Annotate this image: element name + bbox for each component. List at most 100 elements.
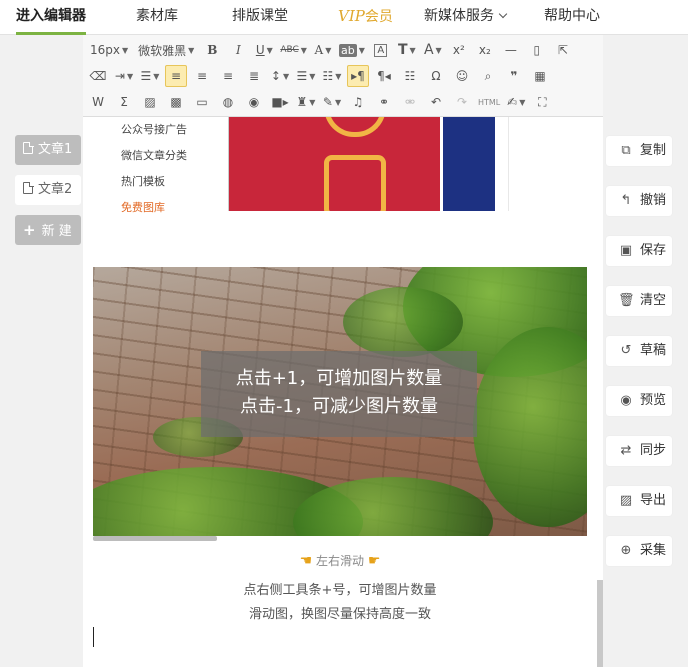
text-size-button[interactable]: A ▼ xyxy=(422,39,444,61)
superscript-button[interactable]: x² xyxy=(448,39,470,61)
video-icon[interactable]: ■▸ xyxy=(269,91,291,113)
vertical-scrollbar[interactable] xyxy=(597,580,603,667)
ltr-direction-icon[interactable]: ▸¶ xyxy=(347,65,369,87)
copy-button[interactable]: ⧉ 复制 xyxy=(606,136,672,166)
font-color-button[interactable]: A ▼ xyxy=(312,39,334,61)
horizontal-scrollbar[interactable] xyxy=(93,536,217,541)
text-cursor xyxy=(93,627,94,647)
sync-button[interactable]: ⇄ 同步 xyxy=(606,436,672,466)
link-icon[interactable]: ⚭ xyxy=(373,91,395,113)
align-center-icon[interactable]: ≡ xyxy=(191,65,213,87)
expand-icon[interactable]: ⛶ xyxy=(531,91,553,113)
blue-poster-image xyxy=(443,117,495,211)
swipe-image[interactable]: 点击+1，可增加图片数量 点击-1，可减少图片数量 xyxy=(93,267,587,536)
nav-vip[interactable]: VIP会员 xyxy=(338,0,393,35)
palette-icon[interactable]: ◍ xyxy=(217,91,239,113)
subscript-button[interactable]: x₂ xyxy=(474,39,496,61)
italic-button[interactable]: I xyxy=(227,39,249,61)
hand-left-icon: ☚ xyxy=(299,553,313,569)
bold-button[interactable]: B xyxy=(201,39,223,61)
history-icon: ↺ xyxy=(620,343,632,358)
search-plus-icon: ⊕ xyxy=(620,543,632,558)
draft-button[interactable]: ↺ 草稿 xyxy=(606,336,672,366)
horizontal-rule-icon[interactable]: — xyxy=(500,39,522,61)
find-replace-icon[interactable]: ⌕ xyxy=(477,65,499,87)
strikethrough-button[interactable]: ABC ▼ xyxy=(279,39,308,61)
align-left-icon[interactable]: ≡ xyxy=(165,65,187,87)
preview-menu-item: 免费图库 xyxy=(121,201,165,214)
caption-line-1: 点右侧工具条+号，可增图片数量 xyxy=(243,583,437,598)
justify-icon[interactable]: ☰ ▼ xyxy=(139,65,161,87)
unlink-icon[interactable]: ⚮ xyxy=(399,91,421,113)
document-icon xyxy=(23,181,34,194)
music-icon[interactable]: ♫ xyxy=(347,91,369,113)
top-nav: 进入编辑器 素材库 排版课堂 VIP会员 新媒体服务 帮助中心 xyxy=(0,0,688,35)
special-char-button[interactable]: Ω xyxy=(425,65,447,87)
multi-image-icon[interactable]: ▩ xyxy=(165,91,187,113)
nav-help[interactable]: 帮助中心 xyxy=(544,0,600,35)
collect-button[interactable]: ⊕ 采集 xyxy=(606,536,672,566)
trash-icon: 🗑 xyxy=(618,293,635,308)
chevron-down-icon xyxy=(498,9,508,19)
swipe-hint: ☚ 左右滑动 ☛ xyxy=(299,553,381,569)
new-article-button[interactable]: + 新 建 xyxy=(15,215,81,245)
quote-icon[interactable]: ❞ xyxy=(503,65,525,87)
rtl-direction-icon[interactable]: ¶◂ xyxy=(373,65,395,87)
formula-button[interactable]: Σ xyxy=(113,91,135,113)
edit-template-icon[interactable]: ✍ ▼ xyxy=(505,91,527,113)
article-tab-1[interactable]: 文章1 xyxy=(15,135,81,165)
redo-icon[interactable]: ↷ xyxy=(451,91,473,113)
line-height-icon[interactable]: ↕ ▼ xyxy=(269,65,291,87)
magic-wand-icon[interactable]: ✎ ▼ xyxy=(321,91,343,113)
frame-icon[interactable]: ▭ xyxy=(191,91,213,113)
nav-media-service[interactable]: 新媒体服务 xyxy=(424,0,508,35)
align-right-icon[interactable]: ≡ xyxy=(217,65,239,87)
save-icon: ▣ xyxy=(619,243,633,258)
font-size-select[interactable]: 16px ▼ xyxy=(87,39,131,61)
preview-menu-item: 公众号接广告 xyxy=(121,123,187,136)
red-poster-image xyxy=(228,117,440,211)
bg-color-button[interactable]: ab ▼ xyxy=(338,39,366,61)
new-page-icon[interactable]: ▯ xyxy=(526,39,548,61)
html-source-button[interactable]: HTML xyxy=(477,91,501,113)
eye-icon: ◉ xyxy=(620,393,632,408)
image-text-overlay: 点击+1，可增加图片数量 点击-1，可减少图片数量 xyxy=(201,351,477,437)
nav-materials[interactable]: 素材库 xyxy=(136,0,178,35)
map-pin-icon[interactable]: ◉ xyxy=(243,91,265,113)
clear-button[interactable]: 🗑 清空 xyxy=(606,286,672,316)
undo-icon[interactable]: ↶ xyxy=(425,91,447,113)
paint-bucket-icon[interactable]: ♜ ▼ xyxy=(295,91,317,113)
document-icon xyxy=(23,141,34,154)
text-border-button[interactable]: A xyxy=(370,39,392,61)
fullscreen-icon[interactable]: ⇱ xyxy=(552,39,574,61)
preview-menu-item: 微信文章分类 xyxy=(121,149,187,162)
indent-icon[interactable]: ⇥ ▼ xyxy=(113,65,135,87)
eraser-icon[interactable]: ⌫ xyxy=(87,65,109,87)
table-icon[interactable]: ▦ xyxy=(529,65,551,87)
preview-menu: 公众号接广告 微信文章分类 热门模板 免费图库 xyxy=(121,117,213,214)
preview-button[interactable]: ◉ 预览 xyxy=(606,386,672,416)
sync-icon: ⇄ xyxy=(620,443,632,458)
plus-icon: + xyxy=(23,221,36,239)
editor-panel: 16px ▼ 微软雅黑 ▼ B I U ▼ ABC ▼ A ▼ ab ▼ A T ▼ A ▼ x… xyxy=(83,35,603,667)
article-tab-2[interactable]: 文章2 xyxy=(15,175,81,205)
undo-icon: ↰ xyxy=(620,193,632,208)
align-justify-icon[interactable]: ≣ xyxy=(243,65,265,87)
emoji-icon[interactable]: ☺ xyxy=(451,65,473,87)
paragraph-spacing-icon[interactable]: ☰ ▼ xyxy=(295,65,317,87)
font-family-select[interactable]: 微软雅黑 ▼ xyxy=(135,39,197,61)
image-icon[interactable]: ▨ xyxy=(139,91,161,113)
list-icon[interactable]: ☷ xyxy=(399,65,421,87)
export-button[interactable]: ▨ 导出 xyxy=(606,486,672,516)
text-style-button[interactable]: T ▼ xyxy=(396,39,418,61)
underline-button[interactable]: U ▼ xyxy=(253,39,275,61)
hand-right-icon: ☛ xyxy=(367,553,381,569)
save-button[interactable]: ▣ 保存 xyxy=(606,236,672,266)
nav-classroom[interactable]: 排版课堂 xyxy=(232,0,288,35)
nav-editor[interactable]: 进入编辑器 xyxy=(16,0,86,35)
word-import-icon[interactable]: W xyxy=(87,91,109,113)
editor-toolbar: 16px ▼ 微软雅黑 ▼ B I U ▼ ABC ▼ A ▼ ab ▼ A T ▼ A ▼ x… xyxy=(83,35,603,117)
undo-button[interactable]: ↰ 撤销 xyxy=(606,186,672,216)
row-spacing-icon[interactable]: ☷ ▼ xyxy=(321,65,343,87)
caption-line-2: 滑动图，换图尽量保持高度一致 xyxy=(248,607,431,622)
